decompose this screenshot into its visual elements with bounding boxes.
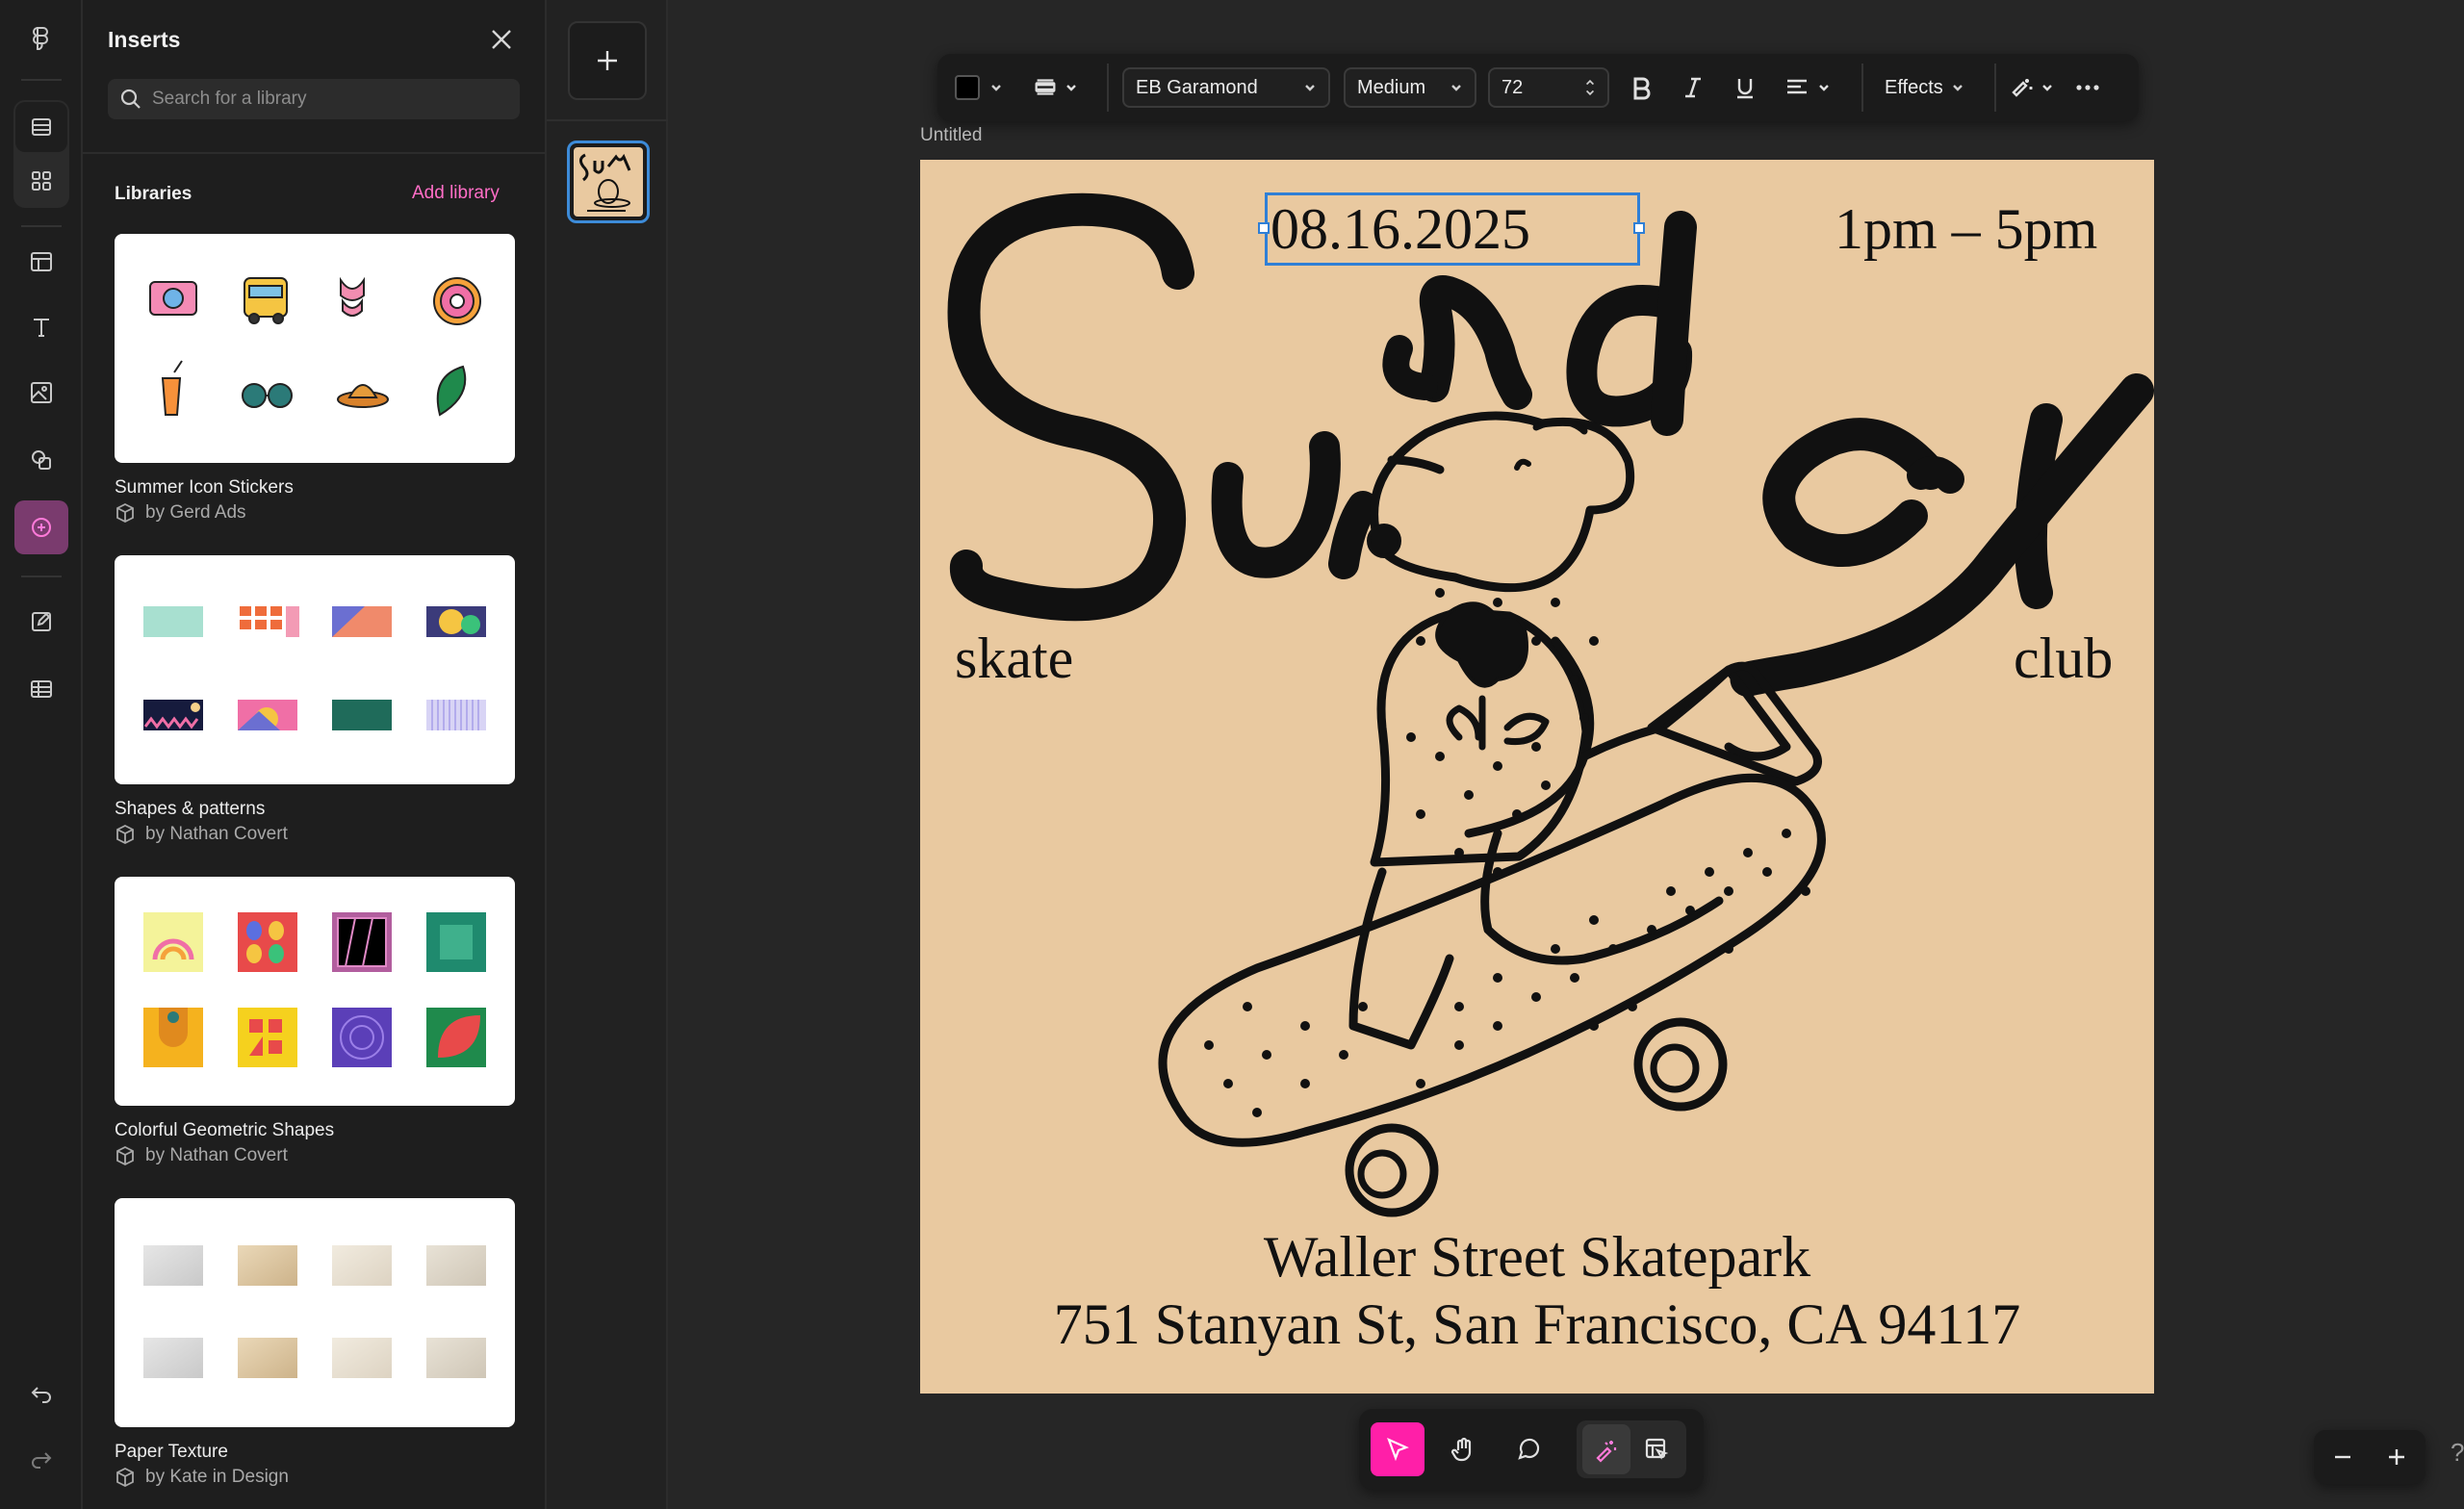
comment-icon [1518, 1438, 1540, 1460]
align-left-icon [1787, 79, 1807, 94]
library-icon [116, 824, 134, 845]
library-name: Colorful Geometric Shapes [115, 1120, 335, 1140]
page-thumbnail-preview [578, 153, 631, 212]
color-swatch [955, 75, 980, 100]
libraries-heading: Libraries [115, 184, 192, 204]
library-card-summer-icon-stickers[interactable] [115, 234, 515, 463]
close-icon[interactable] [487, 25, 516, 54]
underline-button[interactable] [1731, 64, 1759, 111]
library-icon [116, 1467, 134, 1488]
italic-icon [1685, 77, 1701, 98]
poster-illustration [947, 192, 2154, 1217]
layout-tool-button[interactable] [1632, 1424, 1681, 1474]
library-icon [116, 1145, 134, 1166]
document-title: Untitled [920, 125, 983, 145]
library-name: Shapes & patterns [115, 799, 266, 819]
paper-texture-preview [143, 1245, 486, 1378]
geometric-shapes-preview [143, 912, 486, 1067]
text-color-picker[interactable] [955, 64, 1003, 111]
comment-tool-button[interactable] [1502, 1422, 1555, 1476]
zoom-out-button[interactable] [2327, 1442, 2358, 1472]
library-name: Paper Texture [115, 1442, 228, 1462]
zoom-controls [2314, 1430, 2426, 1484]
pointer-icon [1387, 1437, 1409, 1462]
poster-time[interactable]: 1pm – 5pm [1835, 196, 2097, 263]
bold-icon [1633, 77, 1651, 100]
pages-strip [547, 0, 668, 1509]
text-tool-icon[interactable] [14, 300, 68, 354]
zoom-in-button[interactable] [2381, 1442, 2412, 1472]
panel-title: Inserts [108, 27, 181, 52]
layout-cursor-icon [1645, 1438, 1669, 1460]
library-author: by Nathan Covert [115, 1145, 288, 1166]
stepper-arrows-icon [1585, 79, 1595, 96]
undo-icon[interactable] [14, 1367, 68, 1420]
poster-venue[interactable]: Waller Street Skatepark [920, 1224, 2154, 1291]
library-card-paper-texture[interactable] [115, 1198, 515, 1427]
shapes-patterns-preview [143, 606, 486, 730]
selection-handle-left[interactable] [1258, 222, 1270, 234]
library-icon [116, 502, 134, 524]
page-thumbnail[interactable] [567, 141, 650, 223]
minus-icon [2335, 1455, 2350, 1459]
ai-edit-button[interactable] [1582, 1424, 1630, 1474]
help-icon[interactable]: ? [2451, 1438, 2464, 1468]
search-icon [120, 89, 141, 109]
magic-edit-menu[interactable] [2008, 64, 2054, 111]
text-toolbar: EB Garamond Medium 72 Effects [937, 54, 2139, 121]
hand-tool-button[interactable] [1436, 1422, 1490, 1476]
plus-icon [2389, 1449, 2404, 1465]
library-name: Summer Icon Stickers [115, 477, 294, 498]
assets-grid-icon[interactable] [14, 154, 68, 208]
search-input[interactable] [152, 89, 508, 110]
app-window: Inserts Libraries Add library [0, 0, 2464, 1509]
add-library-link[interactable]: Add library [412, 183, 500, 204]
poster-artboard[interactable]: 08.16.2025 1pm – 5pm skate club Waller S… [920, 160, 2154, 1394]
font-weight-select[interactable]: Medium [1344, 64, 1476, 111]
left-rail [0, 0, 83, 1509]
app-logo-icon[interactable] [14, 12, 68, 65]
more-options-button[interactable] [2073, 64, 2102, 111]
text-style-menu[interactable] [1032, 64, 1078, 111]
font-family-select[interactable]: EB Garamond [1122, 64, 1330, 111]
layout-icon[interactable] [14, 235, 68, 289]
italic-button[interactable] [1679, 64, 1707, 111]
library-search[interactable] [108, 79, 520, 119]
image-icon[interactable] [14, 366, 68, 420]
library-author: by Kate in Design [115, 1467, 289, 1488]
library-author: by Nathan Covert [115, 824, 288, 845]
more-dots-icon [2076, 85, 2099, 90]
edit-icon[interactable] [14, 595, 68, 649]
poster-left-word[interactable]: skate [955, 626, 1073, 692]
plus-icon [598, 51, 617, 70]
shapes-icon[interactable] [14, 433, 68, 487]
add-page-button[interactable] [568, 21, 647, 100]
poster-address[interactable]: 751 Stanyan St, San Francisco, CA 94117 [920, 1292, 2154, 1358]
sparkle-icon [2012, 79, 2033, 97]
font-size-stepper[interactable]: 72 [1488, 64, 1609, 111]
poster-right-word[interactable]: club [2014, 626, 2113, 692]
poster-date[interactable]: 08.16.2025 [1270, 196, 1530, 263]
library-card-colorful-geometric-shapes[interactable] [115, 877, 515, 1106]
summer-stickers-preview [149, 276, 481, 417]
text-align-menu[interactable] [1783, 64, 1831, 111]
inserts-panel: Inserts Libraries Add library [83, 0, 547, 1509]
canvas-area[interactable]: EB Garamond Medium 72 Effects Untitled 0… [668, 0, 2464, 1509]
underline-icon [1737, 79, 1753, 99]
list-style-icon [1035, 79, 1056, 95]
selection-handle-right[interactable] [1633, 222, 1645, 234]
bold-button[interactable] [1627, 64, 1656, 111]
effects-menu[interactable]: Effects [1885, 64, 1964, 111]
hand-icon [1450, 1437, 1472, 1462]
magic-brush-icon [1596, 1441, 1617, 1463]
redo-icon[interactable] [14, 1432, 68, 1486]
library-author: by Gerd Ads [115, 502, 246, 524]
inserts-plus-icon[interactable] [14, 500, 68, 554]
select-tool-button[interactable] [1371, 1422, 1424, 1476]
layers-icon[interactable] [15, 102, 67, 152]
bottom-toolbar [1359, 1409, 1704, 1490]
library-card-shapes-patterns[interactable] [115, 555, 515, 784]
table-icon[interactable] [14, 662, 68, 716]
